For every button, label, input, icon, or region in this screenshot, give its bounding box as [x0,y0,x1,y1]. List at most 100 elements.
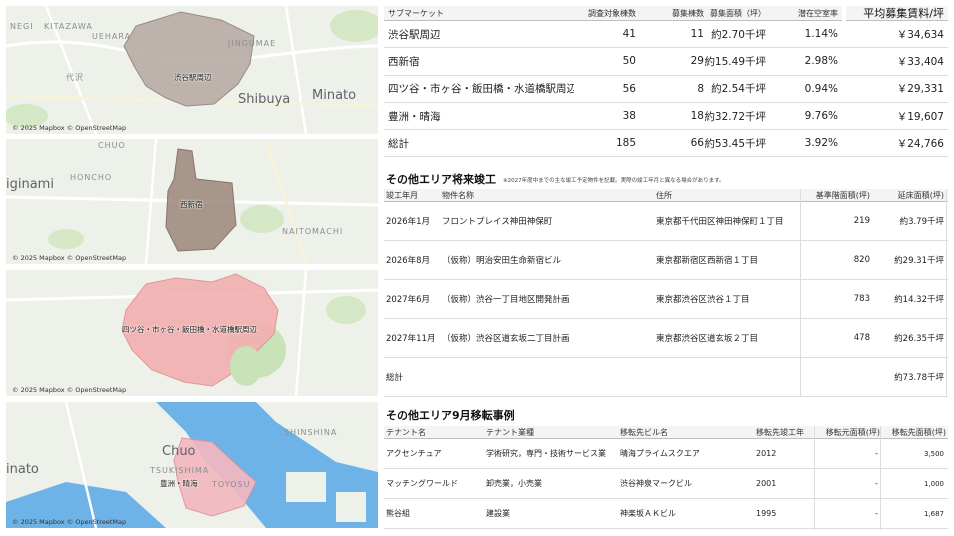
relocation-title: その他エリア9月移転事例 [386,409,515,422]
table-cell: 約2.54千坪 [711,83,766,96]
submarket-cell: 渋谷駅周辺 [388,28,441,41]
area-label: 豊洲・晴海 [160,479,198,488]
col-header: 移転先ビル名 [620,427,668,437]
table-cell: 783 [853,294,870,304]
table-cell: ￥24,766 [896,137,944,150]
submarket-cell: 西新宿 [388,55,420,68]
table-cell: 約3.79千坪 [899,217,944,227]
table-cell: 185 [615,137,636,150]
area-label: 渋谷駅周辺 [174,73,212,82]
table-cell: 1,687 [923,509,944,518]
map-yotsuya[interactable]: 四ツ谷・市ヶ谷・飯田橋・水道橋駅周辺 © 2025 Mapbox © OpenS… [6,270,378,396]
col-header: 基準階面積(坪) [815,190,870,200]
table-row: アクセンチュア 学術研究，専門・技術サービス業 晴海プライムスクエア 2012 - 3,5… [384,439,948,469]
col-header: 調査対象棟数 [588,8,636,18]
table-cell: 東京都渋谷区渋谷１丁目 [656,295,750,305]
big-label: inato [6,462,39,477]
table-cell: - [875,479,878,488]
col-header: テナント名 [386,427,426,437]
area-label: 四ツ谷・市ヶ谷・飯田橋・水道橋駅周辺 [122,325,257,334]
map-credit: © 2025 Mapbox © OpenStreetMap [12,518,127,526]
map-credit: © 2025 Mapbox © OpenStreetMap [12,254,127,262]
building-name-cell: 神楽坂ＡＫビル [620,509,676,518]
submarket-cell: 四ツ谷・市ヶ谷・飯田橋・水道橋駅周辺 [388,83,574,96]
table-cell: 約26.35千坪 [894,334,944,344]
map-toyosu[interactable]: SHINSHINA TSUKISHIMA TOYOSU Chuo inato 豊… [6,402,378,528]
table-cell: 2026年8月 [386,256,431,266]
table-cell: ￥33,404 [896,55,944,68]
future-note: ※2027年度中までの主な竣工予定物件を記載。実際の竣工年月と異なる場合がありま… [503,178,725,184]
table-cell: 11 [690,28,704,41]
table-cell: 学術研究，専門・技術サービス業 [486,449,606,458]
market-table: サブマーケット 調査対象棟数 募集棟数 募集面積（坪） 潜在空室率 平均募集賃料… [384,6,948,158]
table-cell: 約53.45千坪 [704,137,766,150]
building-name-cell: 晴海プライムスクエア [620,449,700,458]
market-total-row: 総計 185 66 約53.45千坪 3.92% ￥24,766 [384,130,948,158]
table-cell: 約2.70千坪 [711,28,766,41]
table-cell: 1995 [756,509,777,518]
col-header: 移転元面積(坪) [825,427,880,437]
col-header: 潜在空室率 [798,8,838,18]
table-cell: 9.76% [804,110,838,123]
table-row: マッチングワールド 卸売業，小売業 渋谷神泉マークビル 2001 - 1,000 [384,469,948,499]
table-cell: 1.14% [804,28,838,41]
map-shibuya[interactable]: NEGI KITAZAWA UEHARA JINGUMAE 代沢 Shibuya… [6,6,378,134]
map-nishishinjuku[interactable]: CHUO HONCHO NAITOMACHI iginami 西新宿 © 202… [6,139,378,264]
big-label: iginami [6,177,54,192]
table-cell: 50 [622,55,636,68]
building-name-cell: 渋谷神泉マークビル [620,479,692,488]
place-label: SHINSHINA [284,428,338,437]
table-cell: 18 [690,110,704,123]
col-header: 物件名称 [442,190,474,200]
table-row: 熊谷組 建設業 神楽坂ＡＫビル 1995 - 1,687 [384,499,948,529]
table-cell: 建設業 [486,509,510,518]
map-toyosu-svg [6,402,378,528]
place-label: HONCHO [70,173,113,182]
place-label: KITAZAWA [44,22,93,31]
table-cell: 卸売業，小売業 [486,479,542,488]
col-header: 移転先竣工年 [756,427,804,437]
table-cell [802,358,870,396]
table-cell: - [875,509,878,518]
col-header: 募集面積（坪） [710,8,766,18]
table-row: 2026年1月 フロントプレイス神田神保町 東京都千代田区神田神保町１丁目 219 約3… [384,202,948,241]
table-cell: 2.98% [804,55,838,68]
table-cell: マッチングワールド [386,479,458,488]
big-label: Chuo [162,444,196,459]
table-cell: 3,500 [923,449,944,458]
place-label: JINGUMAE [228,39,277,48]
place-label: NAITOMACHI [282,227,344,236]
table-cell: 29 [690,55,704,68]
table-row: 西新宿 50 29 約15.49千坪 2.98% ￥33,404 [384,48,948,76]
area-label: 西新宿 [180,200,203,209]
table-cell: 約29.31千坪 [894,256,944,266]
table-row: 2027年6月 （仮称）渋谷一丁目地区開発計画 東京都渋谷区渋谷１丁目 783 約14.… [384,280,948,319]
place-label: TOYOSU [212,480,251,489]
place-label: 代沢 [66,73,84,82]
big-label: Minato [312,88,357,103]
submarket-cell: 豊洲・晴海 [388,110,441,123]
relocation-table: テナント名 テナント業種 移転先ビル名 移転先竣工年 移転元面積(坪) 移転先面… [384,426,948,530]
property-name-cell: （仮称）渋谷区道玄坂二丁目計画 [442,334,570,344]
table-cell: 0.94% [804,82,838,95]
table-cell: 8 [697,82,704,95]
table-cell: 2001 [756,479,777,488]
table-cell: 478 [853,333,870,343]
table-cell: 2012 [756,449,777,458]
table-cell: 3.92% [804,137,838,150]
table-cell: 66 [690,137,704,150]
table-cell: 2026年1月 [386,217,431,227]
col-header: テナント業種 [486,427,534,437]
table-cell: 東京都新宿区西新宿１丁目 [656,256,759,266]
market-header-row: サブマーケット 調査対象棟数 募集棟数 募集面積（坪） 潜在空室率 平均募集賃料… [384,6,948,21]
table-cell: 219 [853,216,870,226]
table-row: 渋谷駅周辺 41 11 約2.70千坪 1.14% ￥34,634 [384,21,948,49]
place-label: UEHARA [92,32,132,41]
table-row: 豊洲・晴海 38 18 約32.72千坪 9.76% ￥19,607 [384,103,948,131]
table-row: 2027年11月 （仮称）渋谷区道玄坂二丁目計画 東京都渋谷区道玄坂２丁目 478 約2… [384,319,948,358]
table-row: 2026年8月 （仮称）明治安田生命新宿ビル 東京都新宿区西新宿１丁目 820 約29.… [384,241,948,280]
table-cell: 約32.72千坪 [704,110,766,123]
table-cell: - [875,449,878,458]
table-cell: ￥19,607 [896,110,944,123]
col-header: 竣工年月 [386,190,418,200]
